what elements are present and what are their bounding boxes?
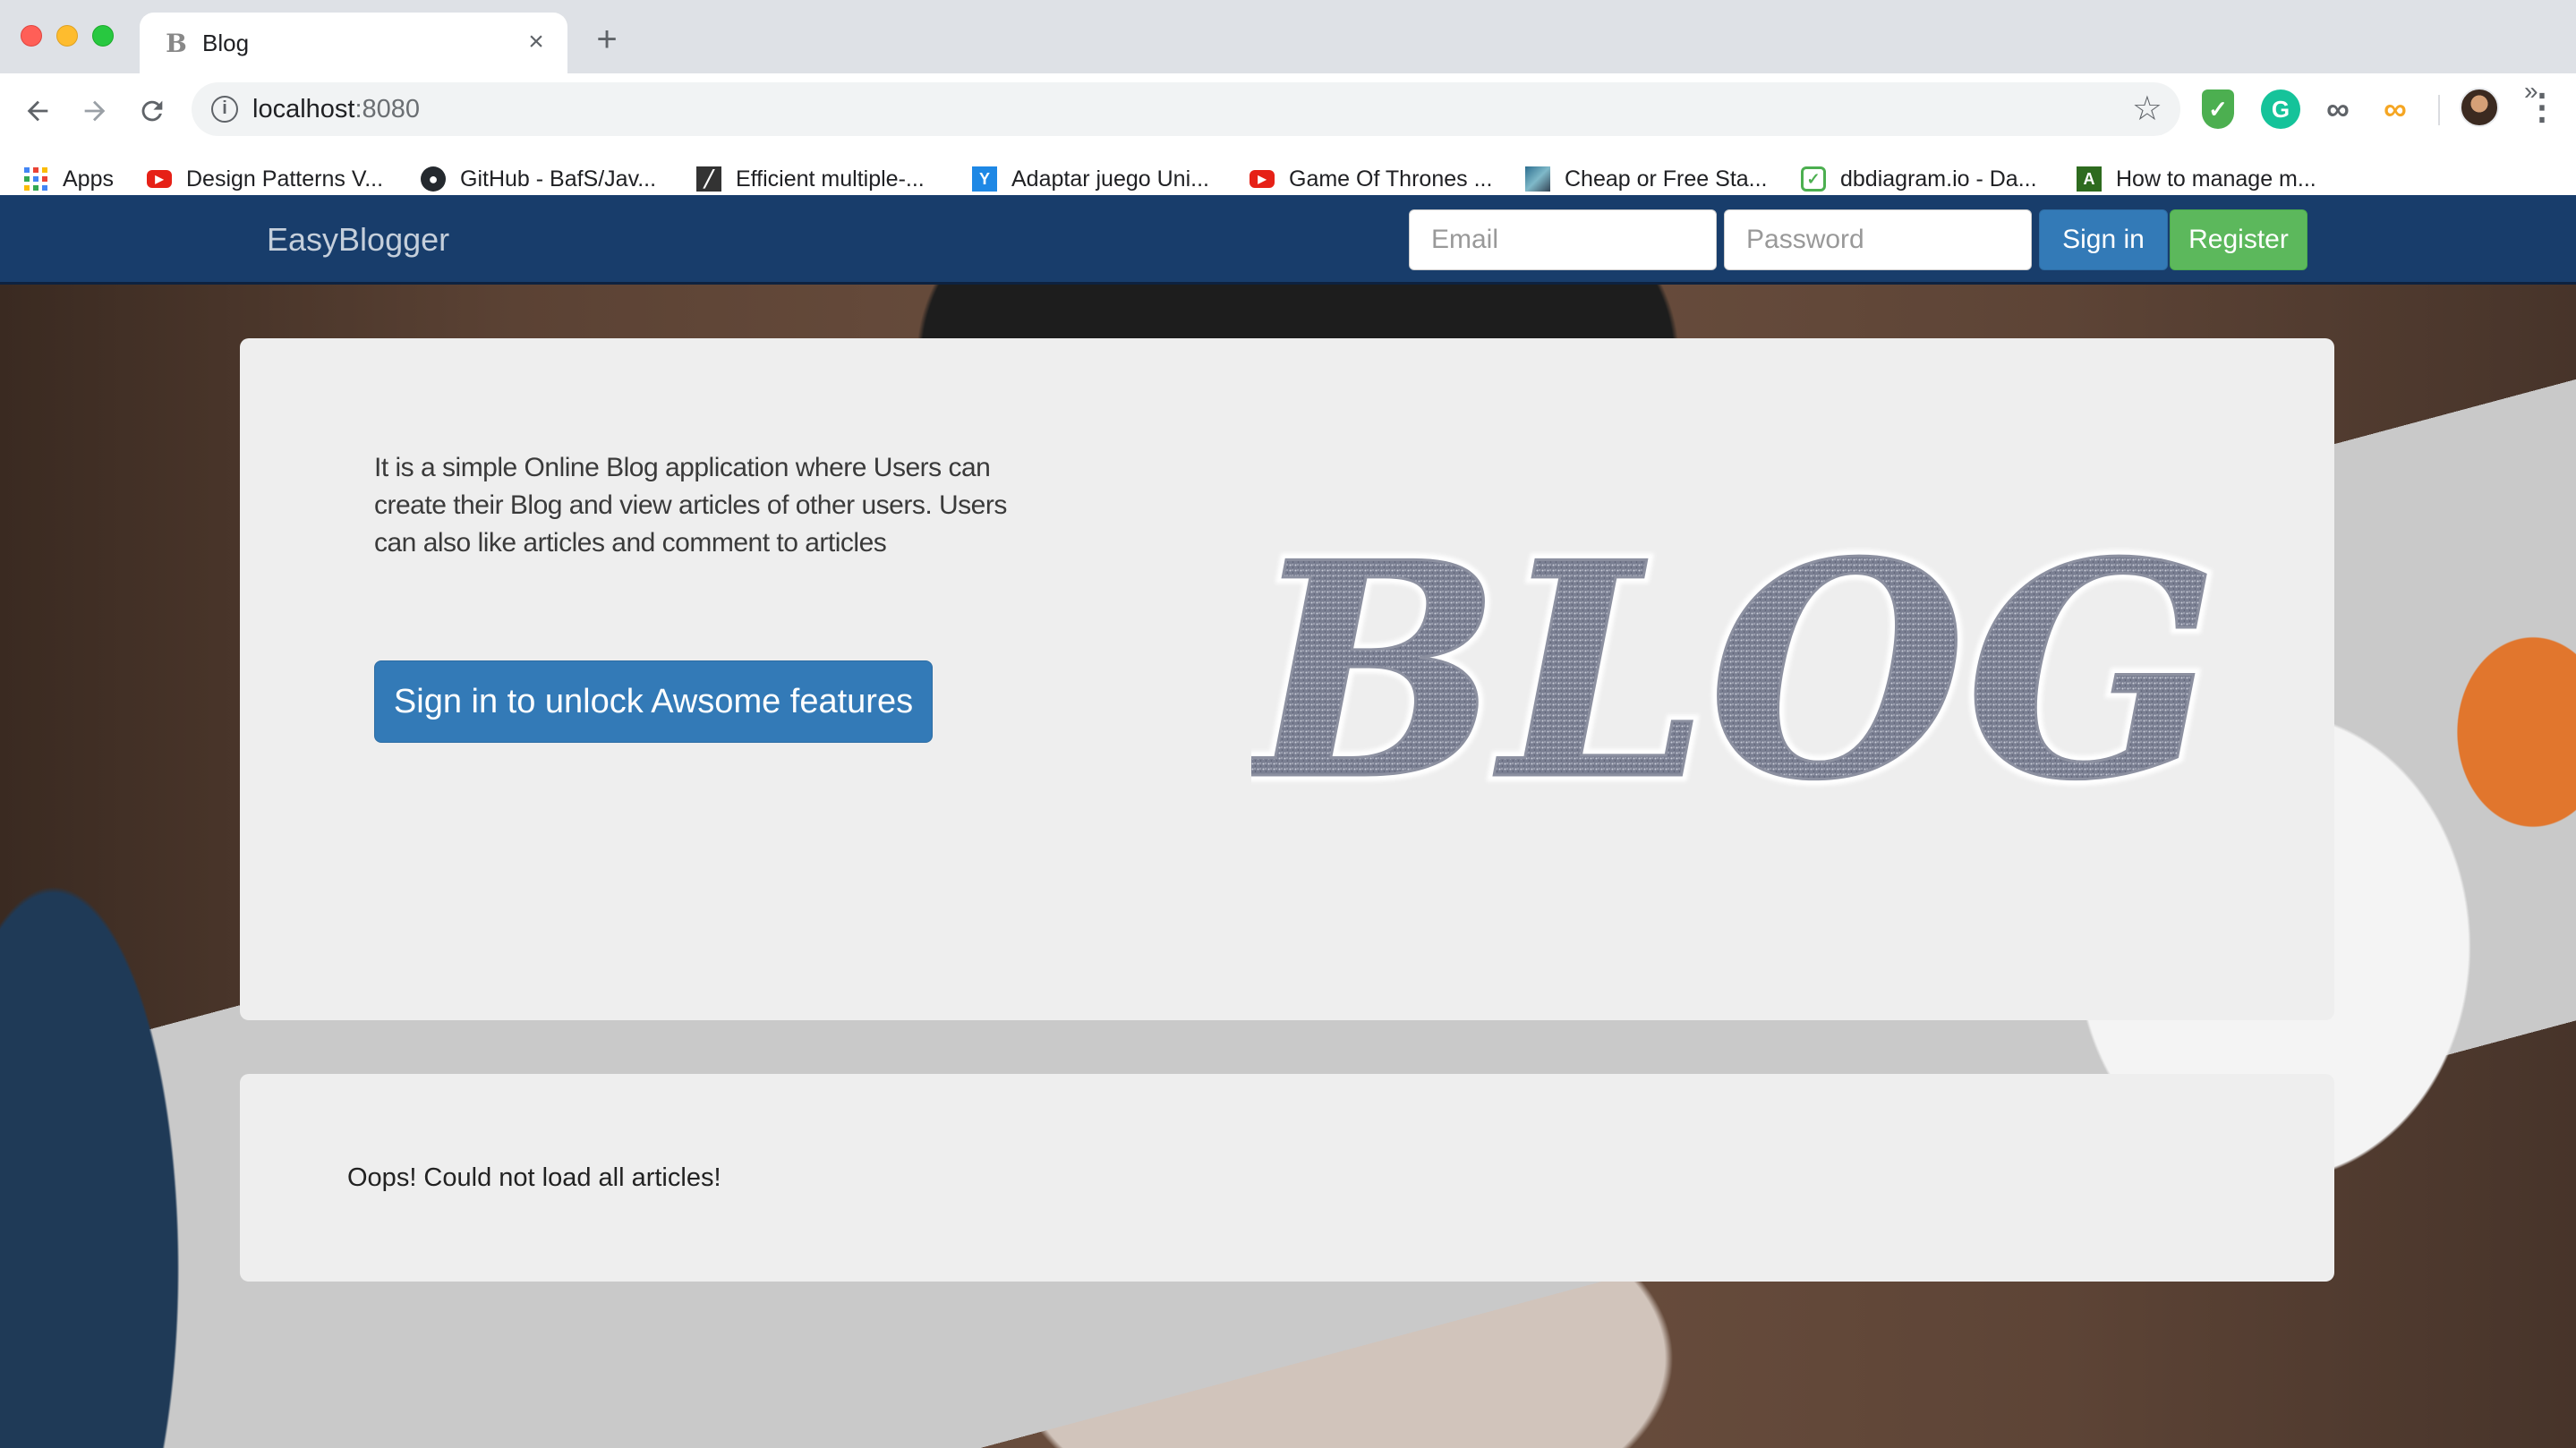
password-input[interactable]	[1724, 209, 2032, 270]
youtube-icon: ▶	[147, 170, 172, 188]
green-square-icon: A	[2077, 166, 2102, 192]
bookmark-label: Adaptar juego Uni...	[1011, 166, 1209, 192]
brand-logo[interactable]: EasyBlogger	[267, 220, 449, 260]
site-icon	[1525, 166, 1550, 192]
bookmark-star-icon[interactable]: ☆	[2132, 91, 2162, 127]
url-host: localhost	[252, 95, 355, 124]
bookmark-how-to-manage[interactable]: A How to manage m...	[2077, 163, 2316, 195]
register-button[interactable]: Register	[2170, 209, 2307, 270]
articles-error-message: Oops! Could not load all articles!	[347, 1163, 721, 1192]
page-icon: ╱	[696, 166, 721, 192]
toolbar-divider	[2438, 95, 2440, 125]
hero-panel: It is a simple Online Blog application w…	[240, 338, 2334, 1020]
email-input[interactable]	[1409, 209, 1717, 270]
address-bar[interactable]: i localhost:8080 ☆	[192, 82, 2180, 136]
hero-description: It is a simple Online Blog application w…	[374, 453, 1007, 558]
browser-toolbar: i localhost:8080 ☆ ✓ G ∞ ∞ ⋮ Apps ▶ Desi…	[0, 73, 2576, 211]
bookmark-label: Cheap or Free Sta...	[1565, 166, 1768, 192]
youtube-icon: ▶	[1250, 170, 1275, 188]
articles-panel: Oops! Could not load all articles!	[240, 1074, 2334, 1282]
minimize-window-icon[interactable]	[56, 25, 78, 47]
url-text: localhost:8080	[252, 95, 420, 124]
bookmark-apps[interactable]: Apps	[23, 163, 114, 195]
bookmark-label: Design Patterns V...	[186, 166, 384, 192]
bookmark-label: GitHub - BafS/Jav...	[460, 166, 657, 192]
link-extension-icon[interactable]: ∞	[2318, 89, 2358, 129]
bookmark-dbdiagram[interactable]: ✓ dbdiagram.io - Da...	[1801, 163, 2037, 195]
tab-title: Blog	[202, 30, 250, 56]
blog-logo-text: BLOG	[1251, 515, 2218, 845]
browser-tabstrip: B Blog × +	[0, 0, 2576, 73]
unlock-features-button[interactable]: Sign in to unlock Awsome features	[374, 660, 933, 743]
bookmark-adaptar-juego[interactable]: Y Adaptar juego Uni...	[972, 163, 1209, 195]
browser-tab[interactable]: B Blog ×	[140, 13, 567, 73]
shield-extension-icon[interactable]: ✓	[2202, 89, 2234, 129]
page-viewport: EasyBlogger Sign in Register It is a sim…	[0, 195, 2576, 1448]
bookmark-label: Game Of Thrones ...	[1289, 166, 1493, 192]
dark-icon: Y	[972, 166, 997, 192]
close-window-icon[interactable]	[21, 25, 42, 47]
bookmarks-overflow-icon[interactable]: »	[2524, 77, 2538, 106]
bookmark-efficient-multiple[interactable]: ╱ Efficient multiple-...	[696, 163, 925, 195]
bookmark-game-of-thrones[interactable]: ▶ Game Of Thrones ...	[1250, 163, 1492, 195]
favicon-icon: B	[166, 29, 187, 58]
bookmark-cheap-or-free[interactable]: Cheap or Free Sta...	[1525, 163, 1768, 195]
close-tab-icon[interactable]: ×	[521, 27, 551, 57]
bookmark-label: Apps	[63, 166, 114, 192]
link-extension-orange-icon[interactable]: ∞	[2376, 89, 2415, 129]
bookmark-github[interactable]: ● GitHub - BafS/Jav...	[421, 163, 656, 195]
profile-avatar[interactable]	[2460, 88, 2499, 127]
bookmark-label: Efficient multiple-...	[736, 166, 925, 192]
bookmark-design-patterns[interactable]: ▶ Design Patterns V...	[147, 163, 383, 195]
apps-grid-icon	[23, 166, 48, 192]
grammarly-extension-icon[interactable]: G	[2261, 89, 2300, 129]
site-info-icon[interactable]: i	[211, 96, 238, 123]
maximize-window-icon[interactable]	[92, 25, 114, 47]
back-arrow-icon[interactable]	[13, 86, 63, 136]
bookmark-label: How to manage m...	[2116, 166, 2316, 192]
hexagon-icon: ✓	[1801, 166, 1826, 192]
blog-logo-image: BLOG BLOG	[1251, 515, 2224, 851]
forward-arrow-icon[interactable]	[70, 86, 120, 136]
url-port: :8080	[354, 95, 421, 124]
new-tab-button[interactable]: +	[589, 21, 625, 57]
github-icon: ●	[421, 166, 446, 192]
bookmark-label: dbdiagram.io - Da...	[1840, 166, 2037, 192]
site-navbar: EasyBlogger Sign in Register	[0, 195, 2576, 285]
reload-icon[interactable]	[127, 86, 177, 136]
signin-button[interactable]: Sign in	[2039, 209, 2168, 270]
